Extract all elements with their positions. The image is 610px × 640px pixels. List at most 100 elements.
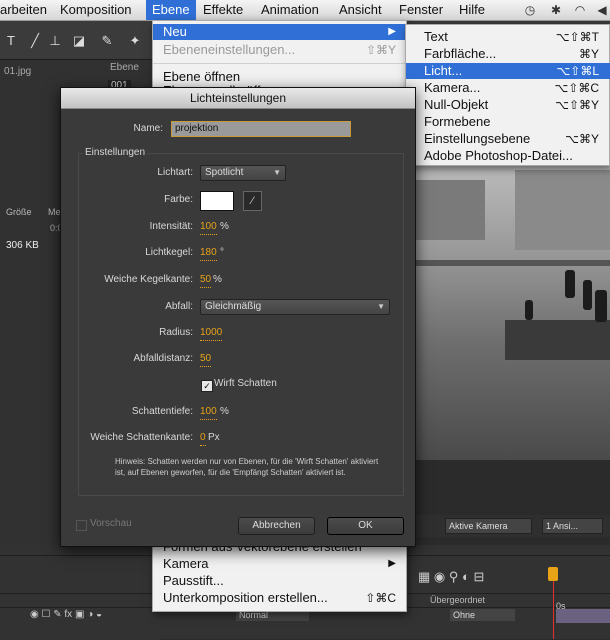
vorschau-label: Vorschau	[90, 518, 132, 529]
intensitaet-value[interactable]: 100	[200, 220, 217, 235]
roto-tool-icon[interactable]: ✎	[98, 32, 116, 50]
hint-text: Hinweis: Schatten werden nur von Ebenen,…	[115, 457, 379, 477]
lichtart-value: Spotlicht	[205, 167, 244, 178]
menu-bar: arbeiten Komposition Ebene Effekte Anima…	[0, 0, 610, 21]
submenu-item-formebene[interactable]: Formebene	[424, 114, 490, 130]
menu-ebene[interactable]: Ebene	[146, 0, 196, 20]
submenu-item-photoshop-datei[interactable]: Adobe Photoshop-Datei...	[424, 148, 573, 164]
radius-value[interactable]: 1000	[200, 326, 223, 341]
building	[515, 170, 610, 250]
weiche-schattenkante-value[interactable]: 0	[200, 431, 206, 446]
current-time-line	[553, 581, 554, 639]
time-machine-icon[interactable]: ◷	[522, 2, 538, 18]
menu-item-kamera[interactable]: Kamera	[163, 556, 209, 572]
dialog-title: Lichteinstellungen	[61, 88, 415, 109]
bluetooth-icon[interactable]: ✱	[548, 2, 564, 18]
parent-column-label: Übergeordnet	[430, 595, 486, 605]
abfall-label: Abfall:	[165, 301, 193, 312]
abfall-value: Gleichmäßig	[205, 301, 262, 312]
submenu-item-text[interactable]: Text	[424, 29, 448, 45]
neu-submenu: Text ⌥⇧⌘T Farbfläche... ⌘Y Licht... ⌥⇧⌘L…	[405, 24, 610, 166]
schattentiefe-unit: %	[220, 406, 229, 417]
current-time-indicator-icon[interactable]	[548, 567, 558, 581]
column-me[interactable]: Me	[48, 207, 61, 217]
submenu-item-kamera[interactable]: Kamera...	[424, 80, 480, 96]
menu-animation[interactable]: Animation	[261, 0, 319, 20]
menu-item-neu[interactable]: Neu ▶	[153, 24, 406, 40]
wirft-schatten-label[interactable]: Wirft Schatten	[214, 378, 277, 389]
camera-select[interactable]: Aktive Kamera	[445, 518, 532, 534]
abfalldistanz-value[interactable]: 50	[200, 352, 212, 367]
wirft-schatten-checkbox[interactable]: ✓	[201, 380, 213, 392]
menu-shortcut: ⇧⌘Y	[365, 43, 396, 57]
menu-komposition[interactable]: Komposition	[60, 0, 132, 20]
vorschau-checkbox[interactable]	[76, 520, 87, 531]
menu-item-ebeneneinstellungen[interactable]: Ebeneneinstellungen...	[163, 42, 295, 58]
farbe-label: Farbe:	[164, 194, 193, 205]
weiche-kegelkante-unit: %	[213, 274, 222, 285]
view-count-select[interactable]: 1 Ansi...	[542, 518, 603, 534]
building	[415, 180, 485, 240]
menu-item-label: Ebeneneinstellungen...	[163, 42, 296, 57]
abfalldistanz-label: Abfalldistanz:	[133, 353, 193, 364]
submenu-item-farbflaeche[interactable]: Farbfläche...	[424, 46, 496, 62]
lichtart-select[interactable]: Spotlicht ▼	[200, 165, 286, 181]
weiche-kegelkante-label: Weiche Kegelkante:	[104, 274, 193, 285]
menu-item-label: Neu	[163, 24, 187, 39]
lichtart-label: Lichtart:	[157, 167, 193, 178]
abfall-select[interactable]: Gleichmäßig ▼	[200, 299, 390, 315]
lichtkegel-value[interactable]: 180	[200, 246, 217, 261]
person	[565, 270, 575, 298]
layer-switch-icons[interactable]: ◉ ☐ ✎ fx ▣ ◑ ◒	[30, 609, 102, 620]
menu-hilfe[interactable]: Hilfe	[459, 0, 485, 20]
menu-shortcut: ⌥⇧⌘C	[554, 81, 599, 95]
name-label: Name:	[133, 123, 163, 134]
menu-item-label: Kamera	[163, 556, 209, 571]
submenu-item-null-objekt[interactable]: Null-Objekt	[424, 97, 488, 113]
file-tab[interactable]: 01.jpg	[4, 66, 31, 77]
eyedropper-icon[interactable]: ⁄	[243, 191, 262, 211]
brush-tool-icon[interactable]: ╱	[26, 32, 44, 50]
menu-shortcut: ⇧⌘C	[365, 591, 396, 605]
cancel-button[interactable]: Abbrechen	[238, 517, 315, 535]
menu-item-unterkomposition[interactable]: Unterkomposition erstellen...	[163, 590, 328, 606]
composition-viewer[interactable]	[405, 160, 610, 460]
radius-label: Radius:	[159, 327, 193, 338]
menu-effekte[interactable]: Effekte	[203, 0, 243, 20]
puppet-tool-icon[interactable]: ✦	[126, 32, 144, 50]
menu-arbeiten[interactable]: arbeiten	[0, 0, 47, 20]
lichteinstellungen-dialog: Lichteinstellungen Name: Einstellungen L…	[60, 87, 416, 547]
menu-fenster[interactable]: Fenster	[399, 0, 443, 20]
menu-separator	[153, 63, 406, 64]
street-edge	[405, 260, 610, 266]
schattentiefe-label: Schattentiefe:	[131, 406, 193, 417]
layer-bar[interactable]	[556, 609, 610, 623]
menu-shortcut: ⌘Y	[578, 47, 599, 61]
weiche-schattenkante-label: Weiche Schattenkante:	[90, 432, 193, 443]
submenu-arrow-icon: ▶	[388, 26, 396, 37]
eraser-tool-icon[interactable]: ◪	[70, 32, 88, 50]
column-groesse[interactable]: Größe	[6, 207, 32, 217]
person	[525, 300, 533, 320]
menu-shortcut: ⌥⇧⌘T	[555, 30, 599, 44]
intensitaet-unit: %	[220, 221, 229, 232]
wifi-icon[interactable]: ◠	[572, 2, 588, 18]
timeline-tools-icon[interactable]: ▦ ◉ ⚲ ◐ ⊟	[418, 569, 484, 585]
parent-select[interactable]: Ohne	[450, 609, 515, 621]
color-swatch[interactable]	[200, 191, 234, 211]
menu-ansicht[interactable]: Ansicht	[339, 0, 382, 20]
menu-item-pausstift[interactable]: Pausstift...	[163, 573, 224, 589]
schattentiefe-value[interactable]: 100	[200, 405, 217, 420]
name-input[interactable]	[171, 121, 351, 137]
fountain	[505, 320, 610, 360]
weiche-kegelkante-value[interactable]: 50	[200, 273, 212, 288]
submenu-item-einstellungsebene[interactable]: Einstellungsebene	[424, 131, 530, 147]
menu-shortcut: ⌥⇧⌘L	[556, 64, 599, 78]
menu-shortcut: ⌥⇧⌘Y	[555, 98, 599, 112]
volume-icon[interactable]: ◀	[594, 2, 610, 18]
ok-button[interactable]: OK	[327, 517, 404, 535]
clone-tool-icon[interactable]: ⊥	[46, 32, 64, 50]
person	[583, 280, 592, 310]
text-tool-icon[interactable]: T	[2, 32, 20, 50]
viewer-footer: Aktive Kamera 1 Ansi...	[405, 515, 610, 537]
